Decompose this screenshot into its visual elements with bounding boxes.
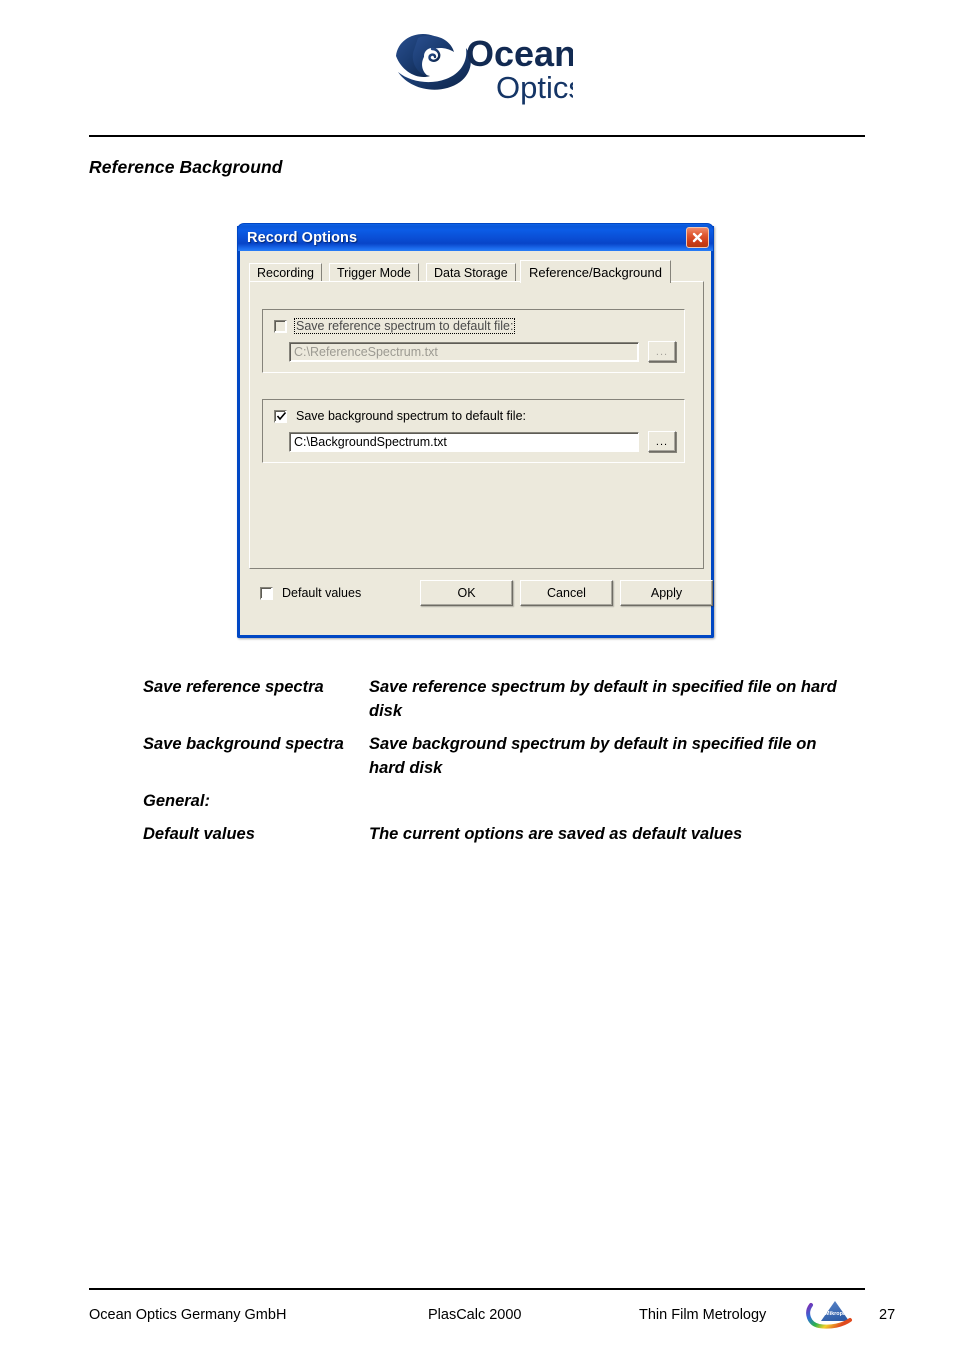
tab-label: Reference/Background	[529, 264, 662, 280]
background-path-input[interactable]: C:\BackgroundSpectrum.txt	[289, 431, 639, 452]
close-icon[interactable]	[686, 227, 709, 248]
ok-button[interactable]: OK	[420, 580, 513, 606]
save-reference-checkbox[interactable]	[274, 319, 287, 333]
description-row: Default values The current options are s…	[143, 823, 843, 847]
description-term: Save reference spectra	[143, 678, 324, 696]
page-title: Reference Background	[89, 157, 283, 177]
reference-group-box: Save reference spectrum to default file:…	[262, 309, 685, 373]
description-definition: The current options are saved as default…	[369, 824, 743, 843]
description-definition: Save background spectrum by default in s…	[369, 734, 817, 777]
tab-data-storage[interactable]: Data Storage	[426, 263, 516, 282]
dialog-tabs: Recording Trigger Mode Data Storage Refe…	[249, 260, 704, 283]
tab-label: Trigger Mode	[337, 266, 411, 280]
mikropack-logo: Mikropack	[805, 1295, 855, 1331]
footer-divider	[89, 1288, 865, 1290]
tab-label: Data Storage	[434, 266, 508, 280]
dialog-bottom-bar: Default values OK Cancel Apply	[240, 574, 713, 629]
checkmark-icon	[276, 411, 287, 420]
default-values-checkbox-row[interactable]: Default values	[260, 586, 362, 600]
description-term: Save background spectra	[143, 734, 344, 753]
footer-tagline: Thin Film Metrology	[639, 1307, 767, 1323]
background-browse-button[interactable]: ...	[648, 431, 676, 452]
dialog-title: Record Options	[247, 229, 358, 246]
description-definition: Save reference spectrum by default in sp…	[369, 678, 837, 720]
description-row: Save background spectra Save background …	[143, 733, 843, 781]
default-values-label: Default values	[282, 586, 362, 600]
dialog-titlebar[interactable]: Record Options	[237, 223, 714, 251]
ocean-optics-logo: Ocean Optics	[388, 26, 584, 106]
description-term: Default values	[143, 824, 255, 843]
background-path-row: C:\BackgroundSpectrum.txt ...	[289, 431, 676, 452]
save-background-checkbox[interactable]	[274, 409, 287, 423]
save-background-checkbox-row[interactable]: Save background spectrum to default file…	[274, 409, 527, 423]
tab-recording[interactable]: Recording	[249, 263, 322, 282]
svg-text:Ocean: Ocean	[466, 33, 573, 74]
tab-reference-background[interactable]: Reference/Background	[520, 260, 671, 283]
footer-company: Ocean Optics Germany GmbH	[89, 1307, 287, 1323]
tab-trigger-mode[interactable]: Trigger Mode	[329, 263, 419, 282]
page-number: 27	[879, 1307, 896, 1323]
svg-text:Mikropack: Mikropack	[825, 1311, 853, 1317]
tab-label: Recording	[257, 266, 314, 280]
option-descriptions: Save reference spectra Save reference sp…	[143, 676, 843, 856]
header-divider	[89, 135, 865, 137]
reference-path-input[interactable]: C:\ReferenceSpectrum.txt	[289, 341, 639, 362]
reference-path-row: C:\ReferenceSpectrum.txt ...	[289, 341, 676, 362]
save-reference-checkbox-label: Save reference spectrum to default file:	[293, 318, 516, 334]
reference-browse-button[interactable]: ...	[648, 341, 676, 362]
description-definition	[369, 790, 843, 814]
cancel-button[interactable]: Cancel	[520, 580, 613, 606]
background-group-box: Save background spectrum to default file…	[262, 399, 685, 463]
save-background-checkbox-label: Save background spectrum to default file…	[296, 409, 526, 423]
page-footer: Ocean Optics Germany GmbH PlasCalc 2000 …	[89, 1301, 895, 1335]
record-options-dialog: Record Options Recording Trigger Mode Da…	[237, 223, 714, 638]
description-row: General:	[143, 790, 843, 814]
default-values-checkbox[interactable]	[260, 586, 273, 600]
save-reference-checkbox-row[interactable]: Save reference spectrum to default file:	[274, 318, 516, 334]
footer-product: PlasCalc 2000	[428, 1307, 522, 1323]
svg-text:Optics: Optics	[496, 70, 573, 105]
tab-panel-reference-background: Save reference spectrum to default file:…	[249, 281, 704, 569]
description-term: General:	[143, 791, 210, 810]
description-row: Save reference spectra Save reference sp…	[143, 676, 843, 724]
apply-button[interactable]: Apply	[620, 580, 713, 606]
